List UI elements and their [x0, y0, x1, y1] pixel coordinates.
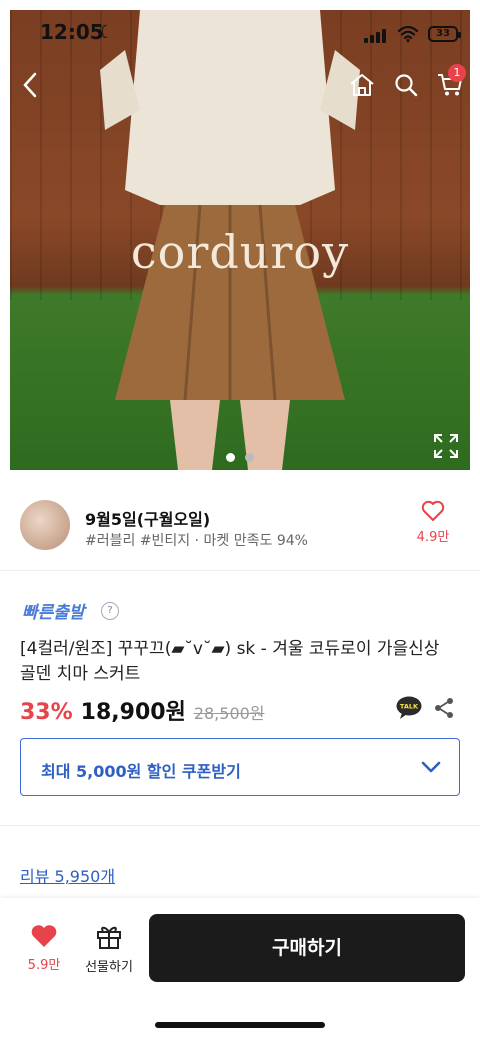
status-time: 12:05	[40, 20, 104, 44]
product-like-count: 5.9만	[27, 958, 61, 973]
fast-shipping-label: 빠른출발	[22, 603, 85, 623]
signal-icon	[364, 24, 388, 43]
shop-like-count: 4.9만	[416, 530, 450, 545]
chevron-down-icon	[421, 761, 441, 773]
product-title: [4컬러/원조] 꾸꾸끄(▰˘v˘▰) sk - 겨울 코듀로이 가을신상 골덴…	[20, 639, 440, 684]
shop-tags: #러블리 #빈티지 · 마켓 만족도 94%	[85, 533, 308, 549]
carousel-indicator	[0, 447, 480, 466]
section-divider	[0, 825, 480, 826]
bottom-action-bar: 5.9만 선물하기 구매하기	[0, 898, 480, 1039]
reviews-link[interactable]: 리뷰 5,950개	[20, 863, 115, 887]
gift-button[interactable]: 선물하기	[80, 924, 138, 975]
buy-button[interactable]: 구매하기	[149, 914, 465, 982]
search-icon	[395, 74, 418, 97]
carousel-dot[interactable]	[245, 453, 254, 462]
status-bar: 12:05 ☾ 33	[0, 10, 480, 54]
cart-button[interactable]: 1	[430, 60, 470, 110]
heart-outline-icon	[421, 500, 445, 521]
wifi-icon	[398, 25, 418, 42]
share-button[interactable]	[432, 696, 456, 720]
back-button[interactable]	[10, 60, 50, 110]
cart-badge: 1	[448, 64, 466, 82]
hero-overlay-text: corduroy	[130, 225, 350, 279]
search-button[interactable]	[386, 60, 426, 110]
share-icon	[435, 698, 453, 718]
moon-icon: ☾	[98, 22, 115, 43]
kakao-talk-icon: TALK	[396, 696, 422, 719]
coupon-button[interactable]: 최대 5,000원 할인 쿠폰받기	[20, 738, 460, 796]
help-icon[interactable]: ?	[101, 602, 119, 620]
top-navigation: 1	[0, 60, 480, 110]
home-indicator[interactable]	[155, 1022, 325, 1028]
carousel-dot[interactable]	[226, 453, 235, 462]
original-price: 28,500원	[193, 704, 265, 723]
shop-avatar[interactable]	[20, 500, 70, 550]
status-icons: 33	[364, 24, 461, 43]
shop-name[interactable]: 9월5일(구월오일)	[85, 506, 210, 530]
kakao-talk-button[interactable]: TALK	[396, 696, 422, 720]
home-button[interactable]	[342, 60, 382, 110]
battery-indicator: 33	[428, 25, 461, 42]
heart-filled-icon	[31, 925, 57, 947]
sale-price: 18,900원	[80, 700, 186, 725]
product-like-button[interactable]: 5.9만	[20, 924, 68, 973]
talk-text: TALK	[400, 703, 419, 711]
discount-rate: 33%	[20, 700, 73, 725]
shop-like-button[interactable]: 4.9만	[408, 500, 458, 545]
gift-icon	[97, 926, 121, 949]
back-icon	[23, 72, 37, 98]
seller-row[interactable]: 9월5일(구월오일) #러블리 #빈티지 · 마켓 만족도 94% 4.9만	[0, 480, 480, 571]
coupon-label: 최대 5,000원 할인 쿠폰받기	[41, 762, 241, 781]
price-row: 33% 18,900원 28,500원	[20, 694, 265, 726]
gift-label: 선물하기	[85, 960, 133, 975]
home-icon	[350, 74, 374, 96]
product-image-carousel[interactable]: corduroy 12:05 ☾ 33 1	[0, 0, 480, 480]
